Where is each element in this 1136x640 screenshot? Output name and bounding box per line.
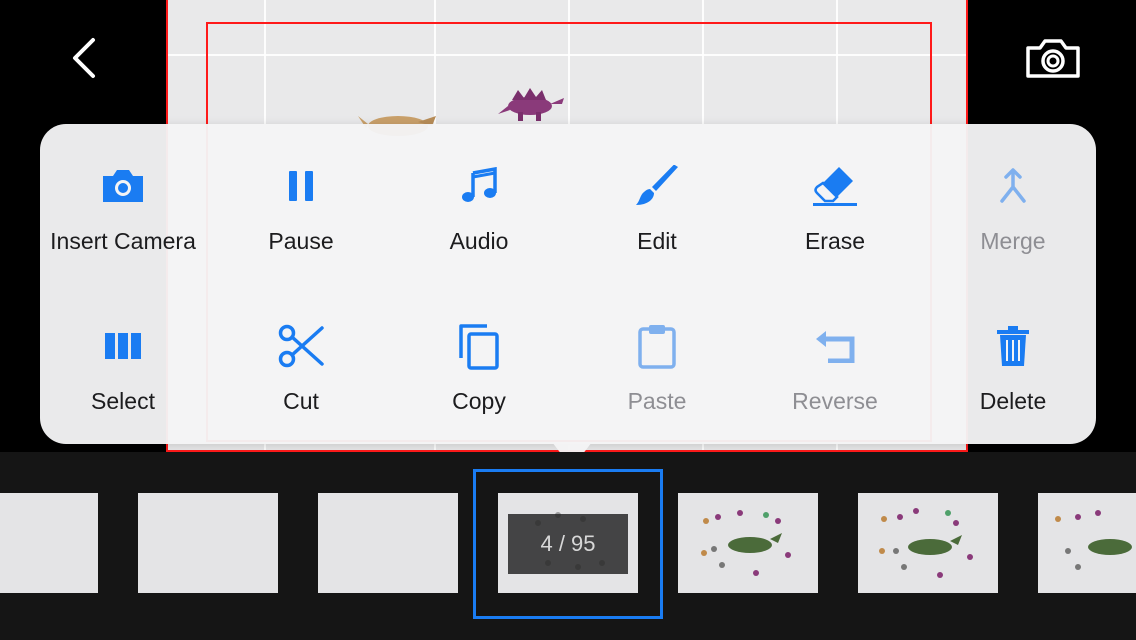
frame-thumbnail[interactable] bbox=[138, 493, 278, 593]
menu-item-label: Paste bbox=[627, 388, 687, 414]
cut-button[interactable]: Cut bbox=[212, 304, 390, 424]
insert-camera-button[interactable]: Insert Camera bbox=[34, 144, 212, 264]
columns-icon bbox=[105, 333, 141, 359]
eraser-icon bbox=[813, 167, 857, 206]
select-button[interactable]: Select bbox=[34, 304, 212, 424]
erase-button[interactable]: Erase bbox=[746, 144, 924, 264]
camera-icon bbox=[103, 170, 143, 202]
copy-icon bbox=[459, 324, 499, 370]
purple-dinosaur-figure bbox=[498, 88, 564, 121]
reverse-icon bbox=[816, 331, 855, 363]
trash-icon bbox=[997, 326, 1029, 366]
menu-item-label: Select bbox=[91, 388, 155, 414]
menu-item-label: Erase bbox=[804, 228, 866, 254]
menu-item-label: Edit bbox=[637, 228, 677, 254]
paintbrush-icon bbox=[636, 165, 678, 205]
chevron-left-icon bbox=[73, 38, 95, 78]
frame-thumbnail[interactable] bbox=[678, 493, 818, 593]
current-frame-selection bbox=[473, 469, 663, 619]
menu-item-label: Pause bbox=[268, 228, 334, 254]
pause-icon bbox=[289, 171, 313, 201]
copy-button[interactable]: Copy bbox=[390, 304, 568, 424]
frame-thumbnail[interactable] bbox=[0, 493, 98, 593]
frame-thumbnail[interactable] bbox=[1038, 493, 1136, 593]
menu-item-label: Copy bbox=[452, 388, 506, 414]
frame-thumbnail[interactable] bbox=[858, 493, 998, 593]
reverse-button[interactable]: Reverse bbox=[746, 304, 924, 424]
frame-image bbox=[879, 508, 973, 578]
frame-thumbnail[interactable] bbox=[318, 493, 458, 593]
camera-icon bbox=[1026, 39, 1080, 78]
edit-button[interactable]: Edit bbox=[568, 144, 746, 264]
frame-image bbox=[701, 510, 791, 576]
merge-icon bbox=[1000, 168, 1026, 203]
menu-item-label: Cut bbox=[283, 388, 319, 414]
merge-button[interactable]: Merge bbox=[924, 144, 1102, 264]
camera-button[interactable] bbox=[1020, 30, 1086, 86]
filmstrip[interactable]: 4 / 95 bbox=[0, 452, 1136, 640]
clipboard-icon bbox=[638, 325, 676, 369]
menu-item-label: Reverse bbox=[792, 388, 878, 414]
menu-item-label: Delete bbox=[979, 388, 1047, 414]
menu-item-label: Merge bbox=[980, 228, 1046, 254]
scissors-icon bbox=[278, 324, 324, 368]
music-note-icon bbox=[462, 167, 497, 202]
delete-button[interactable]: Delete bbox=[924, 304, 1102, 424]
paste-button[interactable]: Paste bbox=[568, 304, 746, 424]
frame-actions-menu: Insert Camera Pause Audio Edit Erase Mer… bbox=[40, 124, 1096, 444]
back-button[interactable] bbox=[60, 30, 108, 86]
pause-button[interactable]: Pause bbox=[212, 144, 390, 264]
menu-item-label: Audio bbox=[449, 228, 509, 254]
menu-item-label: Insert Camera bbox=[50, 228, 196, 254]
frame-image bbox=[1055, 510, 1132, 570]
audio-button[interactable]: Audio bbox=[390, 144, 568, 264]
